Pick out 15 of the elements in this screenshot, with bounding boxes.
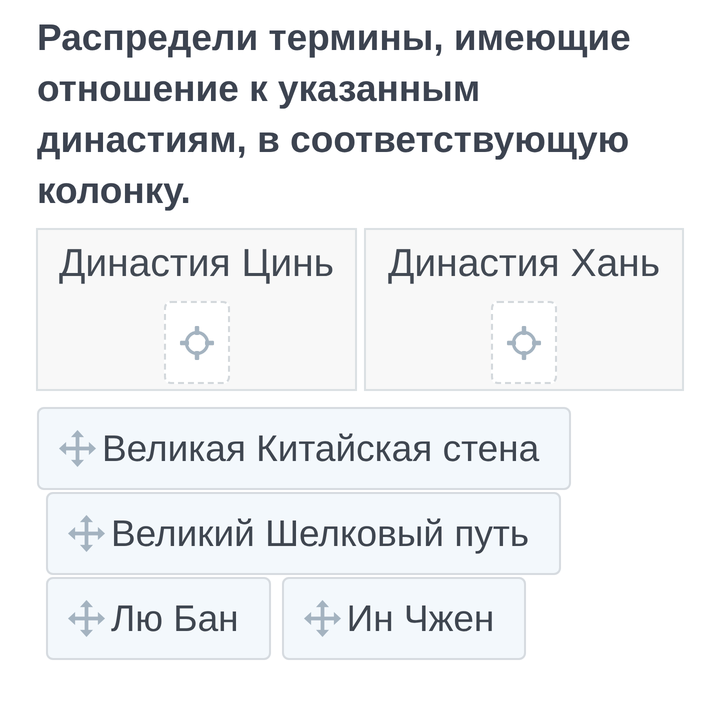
instruction-text: Распредели термины, имеющие отношение к указанным династиям, в соответствующую колонку. <box>36 16 632 213</box>
column-heading: Династия Хань <box>388 241 660 287</box>
term-card[interactable]: Великая Китайская стена <box>37 407 572 490</box>
crosshair-icon <box>180 326 214 360</box>
drop-slot[interactable] <box>491 301 557 384</box>
move-icon <box>68 515 105 552</box>
move-icon <box>304 600 341 637</box>
term-card[interactable]: Великий Шелковый путь <box>46 492 562 575</box>
move-icon <box>59 430 96 467</box>
crosshair-icon <box>507 326 541 360</box>
term-card[interactable]: Ин Чжен <box>282 577 526 660</box>
move-icon <box>68 600 105 637</box>
drop-slot[interactable] <box>164 301 230 384</box>
term-card[interactable]: Лю Бан <box>46 577 271 660</box>
column-heading: Династия Цинь <box>58 241 334 287</box>
